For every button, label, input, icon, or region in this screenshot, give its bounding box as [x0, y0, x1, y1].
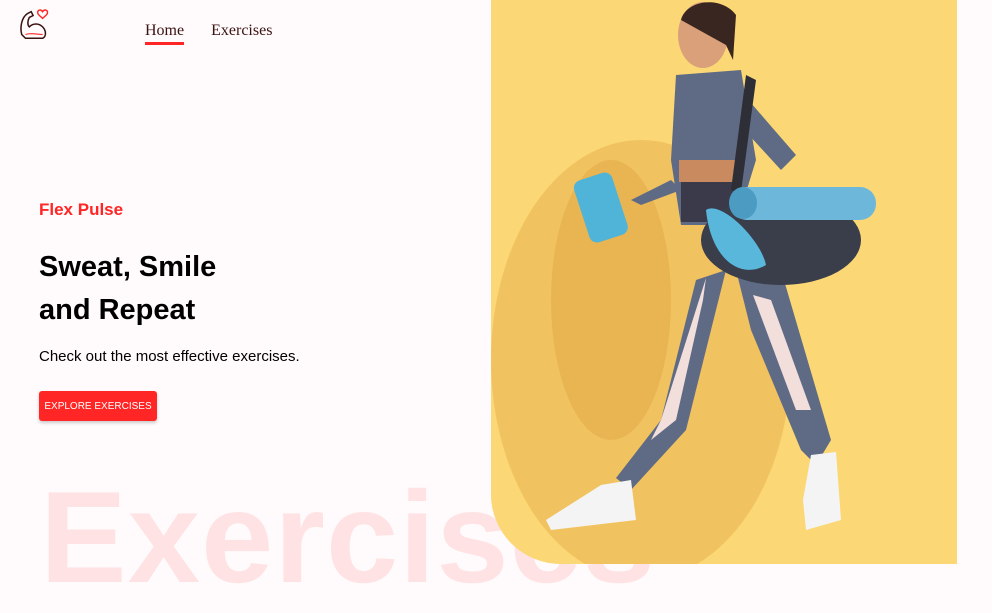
main-nav: Home Exercises — [145, 22, 272, 45]
nav-home-link[interactable]: Home — [145, 22, 185, 45]
headline-line-1: Sweat, Smile — [39, 251, 217, 283]
nav-exercises-link[interactable]: Exercises — [211, 22, 272, 45]
woman-walking-illustration — [491, 0, 957, 564]
brand-name: Flex Pulse — [39, 200, 124, 219]
headline-line-2: and Repeat — [39, 294, 196, 326]
explore-exercises-button[interactable]: EXPLORE EXERCISES — [39, 391, 157, 421]
hero-headline: Sweat, Smile and Repeat — [39, 246, 216, 332]
hero-subtitle: Check out the most effective exercises. — [39, 348, 300, 365]
logo-icon[interactable] — [16, 6, 54, 44]
hero-banner-image — [491, 0, 957, 564]
